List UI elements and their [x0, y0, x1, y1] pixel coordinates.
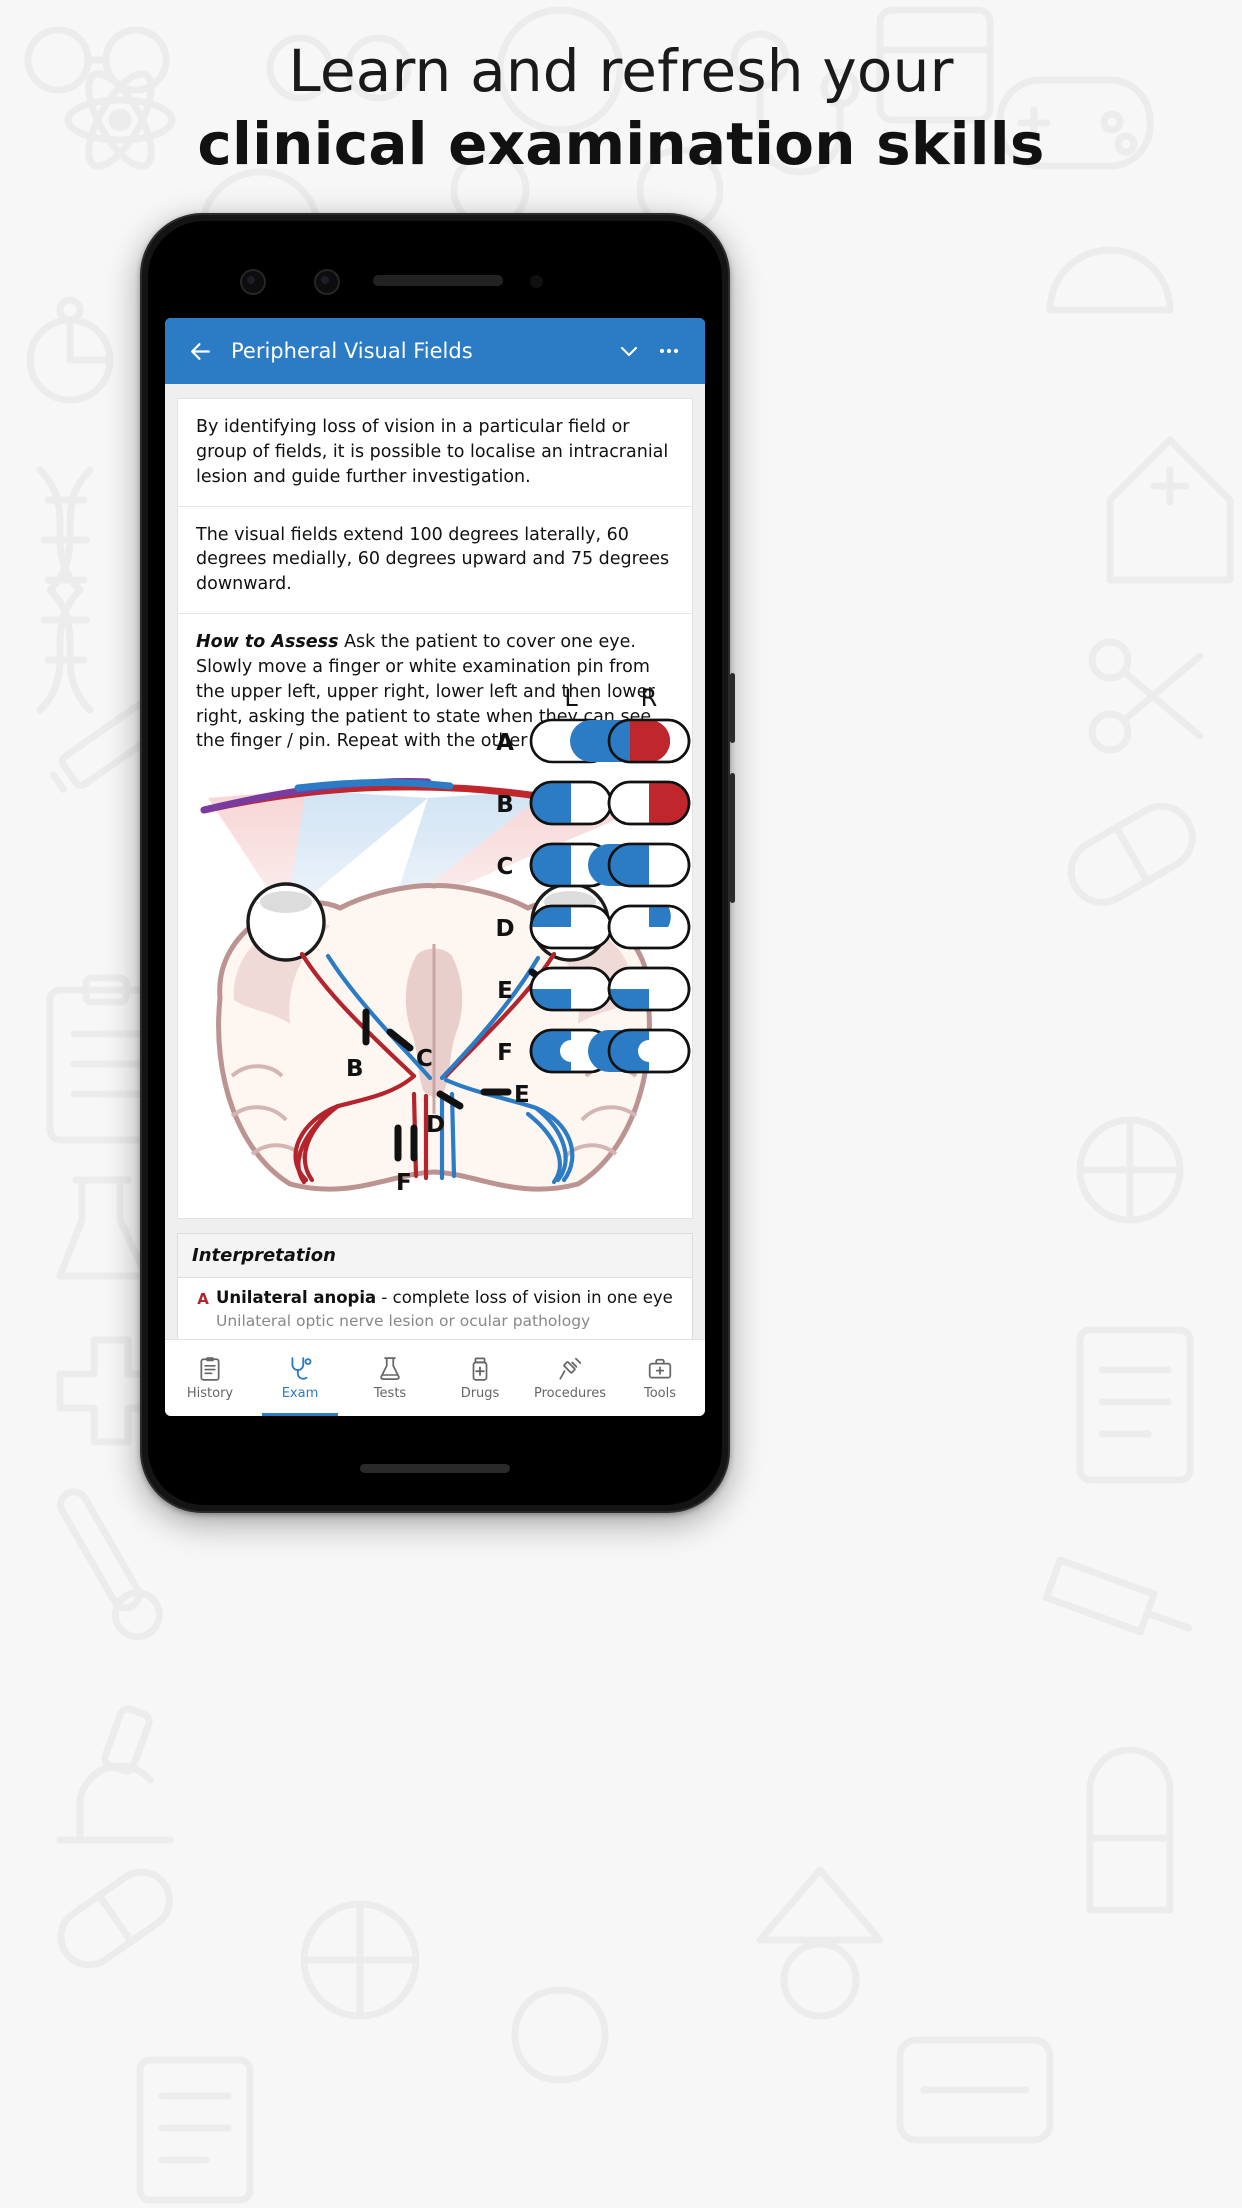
back-button[interactable]	[181, 332, 219, 370]
nav-item-procedures[interactable]: Procedures	[525, 1340, 615, 1416]
clipboard-icon	[200, 1356, 220, 1381]
visual-pathway-illustration: A B C D E F	[200, 778, 652, 1196]
interpretation-title: Interpretation	[178, 1234, 692, 1279]
nav-label: Tools	[643, 1385, 677, 1401]
paragraph-how-to-assess: How to Assess Ask the patient to cover o…	[178, 613, 692, 770]
info-card: By identifying loss of vision in a parti…	[177, 398, 693, 771]
nav-item-exam[interactable]: Exam	[255, 1340, 345, 1416]
overflow-menu-button[interactable]	[649, 331, 689, 371]
paragraph-overview: By identifying loss of vision in a parti…	[196, 417, 669, 487]
phone-sensor-row	[148, 269, 722, 295]
arrow-left-icon	[190, 342, 210, 360]
collapse-button[interactable]	[609, 331, 649, 371]
chevron-down-icon	[620, 346, 638, 357]
headline-line-1: Learn and refresh your	[288, 37, 954, 105]
interpretation-desc: - complete loss of vision in one eye	[381, 1288, 673, 1308]
app-bar: Peripheral Visual Fields	[165, 318, 705, 384]
more-horizontal-icon	[659, 348, 679, 354]
toolbox-icon	[648, 1358, 672, 1379]
nav-label: History	[186, 1385, 234, 1401]
phone-screen-frame: Peripheral Visual Fields By identifying …	[148, 221, 722, 1505]
marker-label-f: F	[396, 1170, 412, 1196]
app-screen: Peripheral Visual Fields By identifying …	[165, 318, 705, 1416]
nav-label: Procedures	[533, 1385, 607, 1401]
secondary-camera-icon	[314, 269, 340, 295]
active-tab-indicator	[262, 1413, 338, 1416]
nav-item-tests[interactable]: Tests	[345, 1340, 435, 1416]
content-scroll-area[interactable]: By identifying loss of vision in a parti…	[165, 384, 705, 1340]
marker-label-a: A	[562, 978, 580, 1004]
headline-line-2: clinical examination skills	[197, 109, 1045, 178]
flask-icon	[380, 1356, 400, 1380]
syringe-icon	[559, 1357, 582, 1380]
phone-home-indicator	[360, 1464, 510, 1473]
interpretation-sub: Unilateral optic nerve lesion or ocular …	[216, 1312, 591, 1331]
visual-fields-diagram[interactable]: A B C D E F	[177, 770, 693, 1220]
nav-item-drugs[interactable]: Drugs	[435, 1340, 525, 1416]
app-bar-title: Peripheral Visual Fields	[231, 339, 473, 363]
marker-label-c: C	[416, 1046, 433, 1072]
nav-item-tools[interactable]: Tools	[615, 1340, 705, 1416]
nav-label: Exam	[281, 1385, 319, 1401]
stethoscope-icon	[291, 1356, 312, 1380]
nav-label: Drugs	[460, 1385, 500, 1401]
phone-volume-button[interactable]	[730, 773, 735, 903]
nav-item-history[interactable]: History	[165, 1340, 255, 1416]
paragraph-extent: The visual fields extend 100 degrees lat…	[178, 505, 692, 614]
pill-bottle-icon	[472, 1357, 488, 1381]
interpretation-term: Unilateral anopia	[216, 1288, 377, 1308]
how-to-assess-label: How to Assess	[196, 632, 339, 653]
front-camera-icon	[240, 269, 266, 295]
marker-label-d: D	[426, 1112, 445, 1138]
interpretation-table: Interpretation A Unilateral anopia - com…	[177, 1233, 693, 1340]
marker-label-e: E	[514, 1082, 530, 1108]
proximity-sensor-icon	[530, 275, 543, 288]
bottom-navigation: History Exam Tests Drugs Procedures Tool…	[165, 1339, 705, 1416]
table-row[interactable]: A Unilateral anopia - complete loss of v…	[178, 1278, 692, 1340]
phone-power-button[interactable]	[730, 673, 735, 743]
marker-label-b: B	[346, 1056, 364, 1082]
marketing-headline: Learn and refresh your clinical examinat…	[0, 40, 1242, 177]
phone-mockup: Peripheral Visual Fields By identifying …	[140, 213, 735, 1513]
interpretation-key: A	[197, 1290, 209, 1309]
nav-label: Tests	[373, 1385, 407, 1401]
earpiece-speaker	[373, 275, 503, 286]
